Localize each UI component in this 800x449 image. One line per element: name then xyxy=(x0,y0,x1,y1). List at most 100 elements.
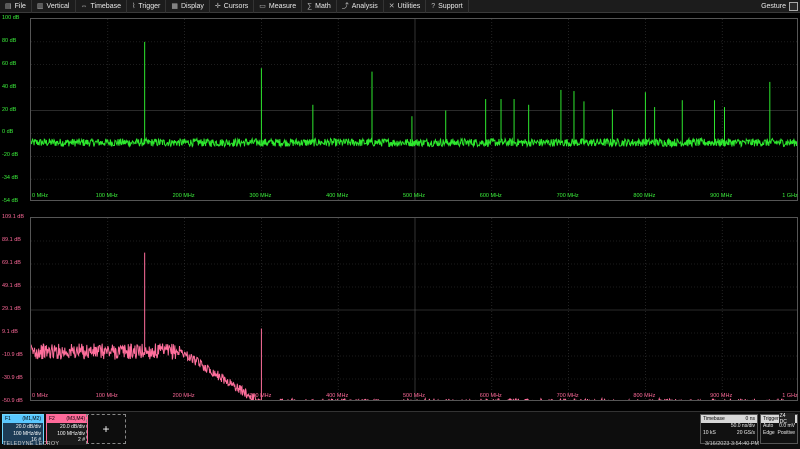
x-tick-label: 600 MHz xyxy=(479,193,502,199)
trigger-slope: Positive xyxy=(777,430,795,436)
timebase-descriptor[interactable]: Timebase 0 ns 50.0 ns/div 10 kS 20 GS/s xyxy=(700,414,758,444)
trace-name: F1 xyxy=(5,416,11,422)
trigger-mode: Auto xyxy=(763,423,774,429)
trigger-icon: ⌇ xyxy=(131,3,136,10)
trace-source: (M3,M4) xyxy=(66,416,85,422)
plus-icon: + xyxy=(102,422,110,436)
timebase-rate: 50.0 ns/div xyxy=(730,423,755,429)
x-tick-label: 0 MHz xyxy=(32,393,48,399)
y-tick-label: -30.9 dB xyxy=(2,375,23,381)
x-tick-label: 200 MHz xyxy=(172,393,195,399)
y-tick-label: 69.1 dB xyxy=(2,260,21,266)
measure-icon: ▭ xyxy=(259,3,266,10)
math-icon: ∑ xyxy=(307,2,313,10)
support-icon: ? xyxy=(431,2,436,10)
menu-display[interactable]: ▦ Display xyxy=(166,0,210,13)
brand-logo: TELEDYNE LECROY xyxy=(3,441,60,447)
y-tick-label: -50.9 dB xyxy=(2,398,23,404)
x-tick-label: 400 MHz xyxy=(326,393,349,399)
menu-label: Trigger xyxy=(138,2,161,10)
menu-file[interactable]: ▤ File xyxy=(0,0,32,13)
menu-label: Timebase xyxy=(90,2,121,10)
menu-label: Math xyxy=(315,2,331,10)
menu-utilities[interactable]: ✕ Utilities xyxy=(384,0,427,13)
y-tick-label: 9.1 dB xyxy=(2,329,18,335)
trigger-label: Trigger xyxy=(763,416,779,422)
footer: TELEDYNE LECROY 3/16/2023 3:54:40 PM xyxy=(0,441,800,449)
x-tick-label: 700 MHz xyxy=(556,393,579,399)
gesture-label: Gesture xyxy=(761,3,786,10)
x-tick-label: 1 GHz xyxy=(782,393,798,399)
cursors-icon: ✛ xyxy=(214,3,221,10)
menu-label: Measure xyxy=(268,2,297,10)
menu-label: Utilities xyxy=(397,2,421,10)
menu-cursors[interactable]: ✛ Cursors xyxy=(210,0,255,13)
grid-lines xyxy=(31,218,797,400)
y-tick-label: -54 dB xyxy=(2,198,19,204)
y-tick-label: -34 dB xyxy=(2,175,19,182)
menu-math[interactable]: ∑ Math xyxy=(302,0,337,13)
menu-bar: ▤ File ▥ Vertical ⇔ Timebase ⌇ Trigger ▦ Display ✛… xyxy=(0,0,800,13)
menu-label: Cursors xyxy=(223,2,249,10)
x-tick-label: 400 MHz xyxy=(326,193,349,199)
x-tick-label: 700 MHz xyxy=(556,193,579,199)
grid-lines xyxy=(31,19,797,200)
x-tick-label: 900 MHz xyxy=(710,393,733,399)
menu-label: Support xyxy=(438,2,463,10)
gesture-toggle[interactable]: Gesture xyxy=(761,0,798,13)
y-tick-label: 49.1 dB xyxy=(2,283,21,289)
y-tick-label: 29.1 dB xyxy=(2,306,21,312)
analysis-icon: ⤴ xyxy=(341,3,349,10)
spectrum-plot-top xyxy=(31,19,797,200)
spectrum-trace xyxy=(31,136,797,149)
menu-label: Vertical xyxy=(46,2,70,10)
display-icon: ▦ xyxy=(171,3,178,10)
trace-descriptor-f2[interactable]: F2 (M3,M4) 20.0 dB/div 100 MHz/div 2 # xyxy=(46,414,88,445)
timebase-samples: 10 kS xyxy=(703,430,716,436)
gesture-checkbox-icon[interactable] xyxy=(789,2,798,11)
x-tick-label: 300 MHz xyxy=(249,193,272,199)
x-tick-label: 500 MHz xyxy=(402,393,426,399)
add-trace-button[interactable]: + xyxy=(86,414,126,444)
x-tick-label: 100 MHz xyxy=(95,393,118,399)
x-tick-label: 300 MHz xyxy=(249,393,272,399)
menu-measure[interactable]: ▭ Measure xyxy=(254,0,303,13)
x-tick-label: 800 MHz xyxy=(633,393,656,399)
menu-timebase[interactable]: ⇔ Timebase xyxy=(76,0,127,13)
utilities-icon: ✕ xyxy=(388,3,395,10)
x-tick-label: 800 MHz xyxy=(633,193,656,199)
vertical-icon: ▥ xyxy=(36,3,44,10)
x-tick-label: 600 MHz xyxy=(479,393,502,399)
spectrum-plot-bottom xyxy=(31,218,797,400)
y-tick-label: -20 dB xyxy=(2,152,19,159)
trigger-level: 0.0 mV xyxy=(779,423,795,429)
file-icon: ▤ xyxy=(5,3,12,10)
trace-source: (M1,M2) xyxy=(22,416,41,422)
timebase-srate: 20 GS/s xyxy=(736,430,755,436)
y-tick-label: 0 dB xyxy=(2,129,14,136)
x-tick-label: 0 MHz xyxy=(32,193,48,199)
menu-vertical[interactable]: ▥ Vertical xyxy=(32,0,76,13)
x-tick-label: 200 MHz xyxy=(172,193,195,199)
x-tick-label: 500 MHz xyxy=(402,193,426,199)
menu-label: Analysis xyxy=(351,2,378,10)
menu-label: Display xyxy=(180,2,204,10)
trigger-type: Edge xyxy=(763,430,775,436)
trace-descriptor-f1[interactable]: F1 (M1,M2) 20.0 dB/div 100 MHz/div 16 # xyxy=(2,414,44,445)
y-tick-label: 80 dB xyxy=(2,37,17,44)
y-tick-label: 60 dB xyxy=(2,60,17,67)
menu-support[interactable]: ? Support xyxy=(426,0,469,13)
spectrum-grid-bottom[interactable] xyxy=(30,217,798,401)
x-tick-label: 1 GHz xyxy=(782,193,798,199)
trigger-descriptor[interactable]: Trigger Z4 DC Auto 0.0 mV Edge Positive xyxy=(760,413,798,444)
timebase-icon: ⇔ xyxy=(80,2,88,10)
menu-trigger[interactable]: ⌇ Trigger xyxy=(127,0,167,13)
y-tick-label: 100 dB xyxy=(2,15,20,21)
y-tick-label: 89.1 dB xyxy=(2,237,21,243)
y-tick-label: 20 dB xyxy=(2,106,17,113)
y-tick-label: -10.9 dB xyxy=(2,352,23,358)
spectrum-grid-top[interactable] xyxy=(30,18,798,201)
x-tick-label: 900 MHz xyxy=(710,193,733,199)
x-tick-label: 100 MHz xyxy=(95,193,118,199)
menu-analysis[interactable]: ⤴ Analysis xyxy=(337,0,384,13)
